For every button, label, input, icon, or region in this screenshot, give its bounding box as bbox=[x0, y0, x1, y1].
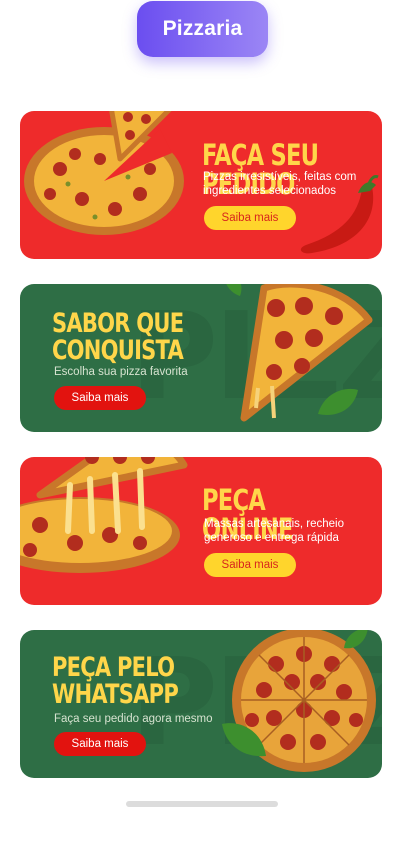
pizza-slice-image bbox=[20, 457, 188, 573]
basil-leaf-image bbox=[226, 284, 242, 296]
basil-leaf-image bbox=[344, 630, 368, 649]
promo-banner-flavor[interactable]: PIZZA SABOR QUE CONQUISTA Escolha sua pi… bbox=[20, 284, 382, 432]
banner-title-line2: WHATSAPP bbox=[52, 679, 179, 710]
basil-leaf-image bbox=[318, 388, 358, 415]
pizza-whole-image bbox=[24, 111, 184, 235]
promo-banner-whatsapp[interactable]: PIZZA PEÇA PELO WHATSAPP Faça seu pedido… bbox=[20, 630, 382, 778]
banner-title-line2: CONQUISTA bbox=[52, 335, 184, 366]
promo-banner-order[interactable]: FAÇA SEU PEDIDO Pizzas irresistíveis, fe… bbox=[20, 111, 382, 259]
banner-description: Faça seu pedido agora mesmo bbox=[54, 713, 213, 725]
basil-leaf-image bbox=[222, 723, 266, 757]
page-title: Pizzaria bbox=[162, 17, 243, 40]
home-indicator[interactable] bbox=[126, 801, 278, 807]
banner-description: Massas artesanais, recheio generoso e en… bbox=[204, 518, 344, 544]
banner-title-line1: SABOR QUE bbox=[52, 308, 184, 339]
learn-more-button[interactable]: Saiba mais bbox=[54, 386, 146, 410]
learn-more-button[interactable]: Saiba mais bbox=[204, 206, 296, 230]
promo-banner-online[interactable]: PEÇA ONLINE Massas artesanais, recheio g… bbox=[20, 457, 382, 605]
learn-more-button[interactable]: Saiba mais bbox=[54, 732, 146, 756]
banner-description: Escolha sua pizza favorita bbox=[54, 366, 188, 378]
app-header: Pizzaria bbox=[137, 1, 268, 57]
banner-title-line1: PEÇA PELO bbox=[52, 652, 175, 683]
learn-more-button[interactable]: Saiba mais bbox=[204, 553, 296, 577]
chili-pepper-image bbox=[300, 175, 379, 254]
